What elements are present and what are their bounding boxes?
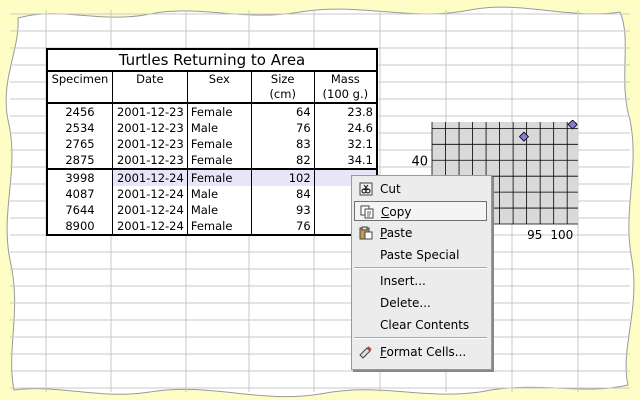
cell-mass[interactable]: 32.1: [313, 136, 377, 152]
menu-separator: [354, 267, 487, 269]
menu-item-label: Format Cells...: [380, 345, 467, 359]
table-body: 2456 2001-12-23 Female 64 23.8 2534 2001-12-23…: [47, 103, 377, 235]
cell-specimen[interactable]: 2534: [47, 120, 112, 136]
cell-size[interactable]: 82: [250, 152, 315, 169]
cell-sex[interactable]: Female: [186, 103, 252, 120]
menu-item-label: Copy: [381, 205, 412, 219]
cell-date[interactable]: 2001-12-23: [111, 103, 188, 120]
cell-mass[interactable]: 34.1: [313, 152, 377, 169]
table-row[interactable]: 8900 2001-12-24 Female 76: [47, 218, 377, 235]
unit-mass[interactable]: (100 g.): [313, 87, 377, 104]
menu-item-delete[interactable]: Delete...: [354, 293, 487, 313]
unit-sex[interactable]: [186, 87, 252, 104]
menu-item-label: Paste Special: [380, 248, 460, 262]
table-row[interactable]: 4087 2001-12-24 Male 84: [47, 186, 377, 202]
cell-date[interactable]: 2001-12-23: [111, 120, 188, 136]
cell-sex[interactable]: Male: [186, 186, 252, 202]
cell-sex[interactable]: Female: [186, 218, 252, 235]
cell-size[interactable]: 64: [250, 103, 315, 120]
x-tick-label: 95: [527, 228, 542, 242]
unit-date[interactable]: [111, 87, 188, 104]
menu-item-label: Paste: [380, 226, 413, 240]
header-specimen[interactable]: Specimen: [47, 71, 112, 87]
cell-mass[interactable]: 23.8: [313, 103, 377, 120]
menu-item-copy[interactable]: Copy: [354, 201, 487, 221]
table-row[interactable]: 7644 2001-12-24 Male 93: [47, 202, 377, 218]
cell-size[interactable]: 76: [250, 218, 315, 235]
cell-specimen[interactable]: 8900: [47, 218, 112, 235]
copy-icon: [360, 205, 374, 219]
spreadsheet-screenshot: Turtles Returning to Area Specimen Date …: [0, 0, 640, 400]
cell-size[interactable]: 93: [250, 202, 315, 218]
context-menu: Cut Copy Paste Paste Special Insert... Delete…: [351, 175, 492, 370]
menu-item-label: Insert...: [380, 274, 426, 288]
table-row[interactable]: 2456 2001-12-23 Female 64 23.8: [47, 103, 377, 120]
y-tick-label: 40: [411, 154, 428, 169]
cell-size[interactable]: 84: [250, 186, 315, 202]
cell-specimen[interactable]: 2875: [47, 152, 112, 169]
cell-specimen[interactable]: 2456: [47, 103, 112, 120]
cell-date[interactable]: 2001-12-23: [111, 152, 188, 169]
table-row[interactable]: 3998 2001-12-24 Female 102: [47, 168, 377, 186]
unit-size[interactable]: (cm): [250, 87, 315, 104]
cut-icon: [359, 182, 373, 196]
menu-item-format-cells[interactable]: Format Cells...: [354, 342, 487, 362]
menu-item-clear-contents[interactable]: Clear Contents: [354, 315, 487, 335]
header-size[interactable]: Size: [250, 71, 315, 87]
header-mass[interactable]: Mass: [313, 71, 377, 87]
table-units-row: (cm) (100 g.): [47, 87, 377, 104]
cell-size[interactable]: 76: [250, 120, 315, 136]
cell-specimen[interactable]: 4087: [47, 186, 112, 202]
cell-size[interactable]: 83: [250, 136, 315, 152]
cell-sex[interactable]: Female: [186, 136, 252, 152]
turtles-table: Turtles Returning to Area Specimen Date …: [46, 48, 378, 236]
menu-item-paste[interactable]: Paste: [354, 223, 487, 243]
table-title: Turtles Returning to Area: [47, 49, 377, 72]
cell-date[interactable]: 2001-12-24: [111, 186, 188, 202]
table-row[interactable]: 2534 2001-12-23 Male 76 24.6: [47, 120, 377, 136]
cell-sex[interactable]: Female: [186, 168, 252, 186]
cell-date[interactable]: 2001-12-24: [111, 202, 188, 218]
menu-item-paste-special[interactable]: Paste Special: [354, 245, 487, 265]
table-header-row: Specimen Date Sex Size Mass: [47, 71, 377, 87]
cell-size[interactable]: 102: [250, 168, 315, 186]
header-date[interactable]: Date: [111, 71, 188, 87]
cell-specimen[interactable]: 7644: [47, 202, 112, 218]
format-cells-icon: [359, 345, 373, 359]
cell-sex[interactable]: Male: [186, 202, 252, 218]
unit-specimen[interactable]: [47, 87, 113, 104]
menu-item-label: Cut: [380, 182, 401, 196]
cell-date[interactable]: 2001-12-23: [111, 136, 188, 152]
menu-item-label: Delete...: [380, 296, 431, 310]
table-title-row: Turtles Returning to Area: [47, 49, 377, 72]
table-row[interactable]: 2765 2001-12-23 Female 83 32.1: [47, 136, 377, 152]
menu-item-insert[interactable]: Insert...: [354, 271, 487, 291]
table-row[interactable]: 2875 2001-12-23 Female 82 34.1: [47, 152, 377, 169]
menu-item-cut[interactable]: Cut: [354, 179, 487, 199]
menu-item-label: Clear Contents: [380, 318, 470, 332]
x-tick-label: 100: [550, 228, 573, 242]
cell-sex[interactable]: Female: [186, 152, 252, 169]
cell-specimen[interactable]: 2765: [47, 136, 112, 152]
menu-separator: [354, 337, 487, 339]
cell-date[interactable]: 2001-12-24: [111, 168, 188, 186]
header-sex[interactable]: Sex: [186, 71, 252, 87]
cell-specimen[interactable]: 3998: [47, 168, 113, 186]
cell-sex[interactable]: Male: [186, 120, 252, 136]
cell-date[interactable]: 2001-12-24: [111, 218, 188, 235]
paste-icon: [359, 226, 373, 240]
cell-mass[interactable]: 24.6: [313, 120, 377, 136]
